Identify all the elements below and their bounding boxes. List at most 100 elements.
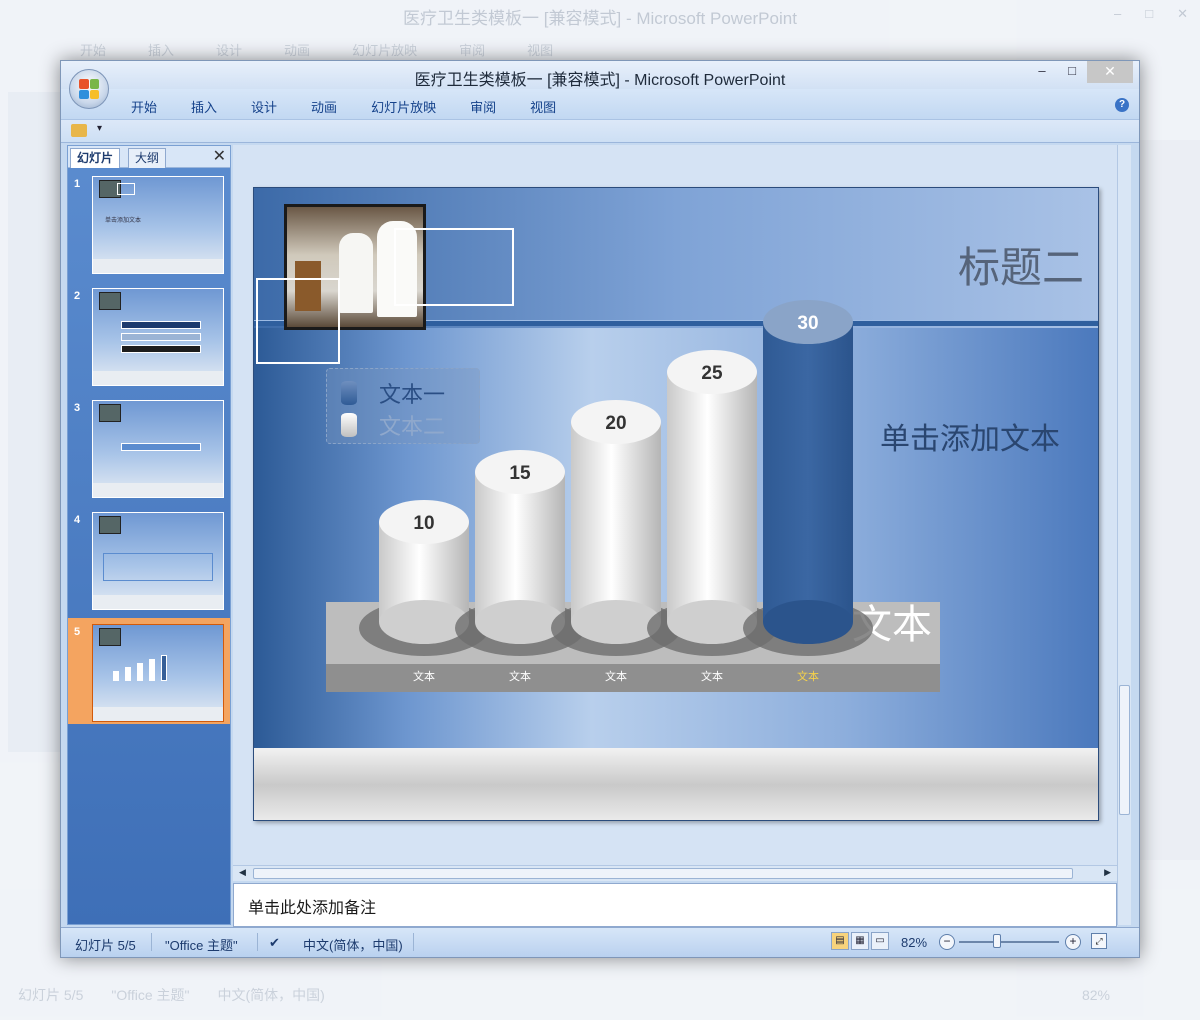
slide-thumbnail-row[interactable]: 2: [68, 282, 230, 388]
quick-access-toolbar: ▾: [61, 119, 1139, 143]
slides-panel: 幻灯片 大纲 ✕ 1 单击添加文本 2 3 4 5: [67, 145, 231, 925]
office-button[interactable]: [69, 69, 109, 109]
spellcheck-icon[interactable]: ✔: [269, 935, 280, 951]
zoom-out-icon[interactable]: −: [939, 934, 955, 950]
tab-slides[interactable]: 幻灯片: [70, 148, 121, 168]
tab-view[interactable]: 视图: [530, 97, 556, 116]
chart-category-label: 文本: [605, 669, 627, 683]
background-status-theme: "Office 主题": [111, 987, 190, 1003]
close-button[interactable]: ✕: [1087, 61, 1133, 83]
minimize-button[interactable]: ‒: [1027, 61, 1057, 83]
background-menu-item: 开始: [80, 43, 107, 58]
chart-data-label: 25: [701, 363, 723, 384]
zoom-slider-track[interactable]: [959, 941, 1059, 943]
ribbon-tabs: 开始 插入 设计 动画 幻灯片放映 审阅 视图 ?: [61, 89, 1139, 119]
slide-sorter-icon[interactable]: ▦: [851, 932, 869, 950]
slide-thumbnail[interactable]: [92, 512, 224, 610]
thumbnail-bar: [121, 443, 201, 451]
thumbnail-text: 单击添加文本: [105, 218, 142, 224]
zoom-level[interactable]: 82%: [901, 935, 927, 950]
normal-view-icon[interactable]: ▤: [831, 932, 849, 950]
background-window-controls: ‒ □ ✕: [1114, 6, 1188, 21]
tab-design[interactable]: 设计: [251, 97, 277, 116]
thumbnail-bar: [121, 321, 201, 329]
slide-number: 5: [74, 626, 81, 638]
notes-placeholder: 单击此处添加备注: [248, 900, 377, 917]
zoom-in-icon[interactable]: +: [1065, 934, 1081, 950]
tab-animations[interactable]: 动画: [311, 97, 337, 116]
cylinder-bar-chart[interactable]: 文本10文本15文本20文本25文本30文本: [254, 188, 1099, 821]
notes-pane[interactable]: 单击此处添加备注: [233, 883, 1117, 927]
legend-item: 文本一: [341, 377, 445, 409]
horizontal-scrollbar[interactable]: ◀ ▶: [233, 865, 1117, 881]
thumbnail-photo: [99, 404, 121, 422]
chart-bar-bottom: [475, 600, 565, 644]
close-icon[interactable]: ✕: [213, 146, 226, 166]
chart-data-label: 30: [797, 313, 818, 334]
chart-bar-bottom: [763, 600, 853, 644]
status-divider: [413, 933, 414, 951]
scroll-right-icon[interactable]: ▶: [1104, 867, 1111, 878]
slide-thumbnail[interactable]: [92, 400, 224, 498]
scroll-thumb[interactable]: [1119, 685, 1130, 815]
background-status-slide: 幻灯片 5/5: [18, 987, 84, 1003]
background-menu-item: 设计: [216, 43, 243, 58]
thumbnail-footer: [93, 371, 223, 385]
slide-thumbnail-row[interactable]: 4: [68, 506, 230, 612]
chart-data-label: 20: [605, 413, 626, 434]
background-statusbar: 幻灯片 5/5 "Office 主题" 中文(简体，中国) 82%: [0, 980, 1200, 1010]
thumbnail-bar: [113, 671, 119, 681]
tab-review[interactable]: 审阅: [470, 97, 496, 116]
chart-category-label: 文本: [797, 669, 819, 683]
chart-bar-bottom: [667, 600, 757, 644]
thumbnail-frame: [117, 183, 135, 195]
background-slides-panel: [8, 92, 64, 752]
current-slide[interactable]: 标题二 文本 10 文本 15 文本 20 文本 25 文本 30 文本 文本一 文本二 单击添加文…: [253, 187, 1099, 821]
slide-number: 2: [74, 290, 81, 302]
chart-bar: [475, 472, 565, 622]
chart-data-label: 15: [509, 463, 531, 484]
window-title: 医疗卫生类模板一 [兼容模式] - Microsoft PowerPoint: [414, 72, 786, 89]
chart-bar: [763, 322, 853, 622]
slide-subtitle[interactable]: 单击添加文本: [880, 414, 1060, 458]
scroll-left-icon[interactable]: ◀: [239, 867, 246, 878]
tab-insert[interactable]: 插入: [191, 97, 217, 116]
scroll-thumb[interactable]: [253, 868, 1073, 879]
tab-outline[interactable]: 大纲: [128, 148, 167, 168]
open-folder-icon[interactable]: [71, 124, 87, 137]
chart-bar: [667, 372, 757, 622]
slide-thumbnail[interactable]: [92, 624, 224, 722]
background-title: 医疗卫生类模板一 [兼容模式] - Microsoft PowerPoint: [403, 9, 797, 28]
legend-label: 文本一: [379, 383, 446, 408]
thumbnail-photo: [99, 292, 121, 310]
slide-thumbnail[interactable]: 单击添加文本: [92, 176, 224, 274]
slide-number: 1: [74, 178, 81, 190]
zoom-slider-knob[interactable]: [993, 934, 1001, 948]
tab-slideshow[interactable]: 幻灯片放映: [371, 97, 436, 116]
status-divider: [257, 933, 258, 951]
help-icon[interactable]: ?: [1115, 98, 1129, 112]
vertical-scrollbar[interactable]: [1117, 145, 1131, 925]
status-theme[interactable]: "Office 主题": [165, 935, 238, 954]
chevron-down-icon[interactable]: ▾: [97, 123, 102, 134]
chart-bar: [571, 422, 661, 622]
status-language[interactable]: 中文(简体，中国): [303, 935, 403, 954]
chart-data-label: 10: [413, 513, 434, 534]
slide-thumbnail-row-selected[interactable]: 5: [68, 618, 230, 724]
background-menu-item: 幻灯片放映: [352, 43, 418, 58]
slide-thumbnail-row[interactable]: 1 单击添加文本: [68, 170, 230, 276]
slideshow-view-icon[interactable]: ▭: [871, 932, 889, 950]
thumbnail-bar: [161, 655, 167, 681]
background-menu: 开始 插入 设计 动画 幻灯片放映 审阅 视图: [80, 40, 553, 59]
chart-bar-bottom: [379, 600, 469, 644]
slide-thumbnail-row[interactable]: 3: [68, 394, 230, 500]
slide-thumbnail[interactable]: [92, 288, 224, 386]
fit-to-window-icon[interactable]: ⤢: [1091, 933, 1107, 949]
background-menu-item: 视图: [527, 43, 554, 58]
thumbnail-bar: [137, 663, 143, 681]
background-status-zoom: 82%: [1081, 987, 1110, 1003]
tab-home[interactable]: 开始: [131, 97, 157, 116]
chart-legend[interactable]: 文本一 文本二: [326, 368, 480, 444]
slide-number: 4: [74, 514, 81, 526]
maximize-button[interactable]: □: [1057, 61, 1087, 83]
